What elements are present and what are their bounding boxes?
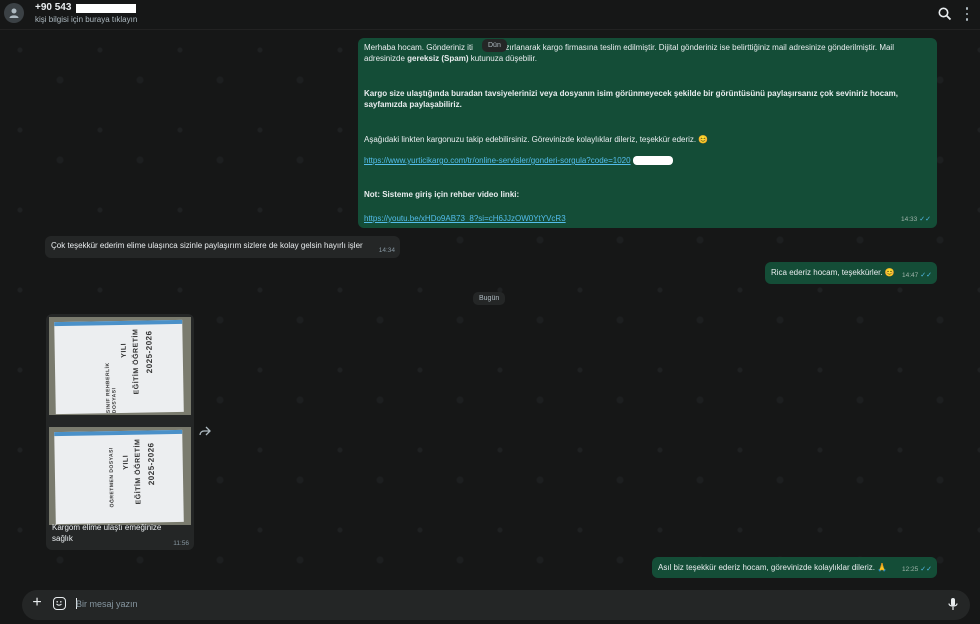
search-button[interactable] [937, 6, 953, 22]
chat-header[interactable]: +90 543 kişi bilgisi için buraya tıklayı… [0, 0, 980, 30]
message-text: Çok teşekkür ederim elime ulaşınca sizin… [51, 241, 363, 250]
message-time: 14:47 [901, 272, 919, 279]
photo-text: YILI [120, 342, 128, 358]
plus-icon[interactable]: + [30, 595, 44, 611]
photo-text: EĞİTİM ÖĞRETİM [134, 438, 143, 505]
menu-button[interactable] [962, 6, 972, 22]
forward-icon[interactable] [199, 426, 211, 436]
message-input[interactable] [76, 596, 926, 612]
message-outgoing[interactable]: Merhaba hocam. Gönderiniz iti azırlanarak… [358, 38, 937, 228]
contact-name[interactable]: +90 543 [35, 2, 71, 13]
photo-text: 2025-2026 [146, 442, 157, 486]
menu-icon [965, 7, 969, 10]
photo-text: 2025-2026 [144, 330, 155, 374]
message-text: kutunuza düşebilir. [468, 54, 537, 63]
message-photo[interactable]: 2025-2026 EĞİTİM ÖĞRETİM YILI SINIF REHB… [46, 314, 194, 550]
read-ticks-icon: ✓✓ [920, 272, 932, 279]
photo-image[interactable]: 2025-2026 EĞİTİM ÖĞRETİM YILI SINIF REHB… [49, 317, 191, 415]
message-outgoing[interactable]: Rica ederiz hocam, teşekkürler. 😊 14:47 ✓… [765, 262, 937, 284]
message-text: azırlanarak kargo firmasına teslim edilm… [500, 43, 894, 52]
photo-caption: Kargom elime ulaştı emeğinize sağlık [52, 523, 162, 543]
message-text: adresinizde [364, 54, 408, 63]
contact-info-hint[interactable]: kişi bilgisi için buraya tıklayın [35, 15, 137, 24]
message-text-bold: gereksiz (Spam) [407, 54, 469, 63]
message-time: 14:33 [900, 216, 918, 223]
date-chip: Bugün [473, 292, 506, 305]
message-text: Asıl biz teşekkür ederiz hocam, görevini… [658, 563, 888, 572]
composer: + [0, 586, 980, 624]
person-icon [9, 8, 19, 18]
photo-text: EĞİTİM ÖĞRETİM [132, 328, 141, 395]
tracking-link[interactable]: https://www.yurticikargo.com/tr/online-s… [364, 156, 631, 165]
message-time: 12:25 [901, 566, 919, 573]
video-link[interactable]: https://youtu.be/xHDo9AB73_8?si=cH6JJzOW… [364, 214, 566, 223]
redaction-box [76, 4, 136, 13]
message-text: Merhaba hocam. Gönderiniz iti [364, 43, 473, 52]
message-outgoing[interactable]: Asıl biz teşekkür ederiz hocam, görevini… [652, 557, 937, 578]
photo-text: YILI [122, 454, 130, 470]
date-chip: Dün [482, 39, 507, 52]
message-bold-paragraph: Kargo size ulaştığında buradan tavsiyele… [364, 89, 898, 109]
redaction-box [632, 156, 673, 166]
search-icon [938, 7, 952, 21]
mic-icon[interactable] [947, 597, 959, 611]
photo-text: ÖĞRETMEN DOSYASI [108, 447, 116, 508]
photo-image[interactable]: 2025-2026 EĞİTİM ÖĞRETİM YILI ÖĞRETMEN D… [49, 427, 191, 525]
message-text: Aşağıdaki linkten kargonuzu takip edebil… [364, 135, 709, 144]
message-note: Not: Sisteme giriş için rehber video lin… [364, 190, 520, 199]
message-time: 14:34 [378, 247, 395, 254]
message-text: Rica ederiz hocam, teşekkürler. 😊 [771, 268, 895, 277]
photo-text: SINIF REHBERLİK DOSYASI [104, 362, 118, 414]
message-incoming[interactable]: Çok teşekkür ederim elime ulaşınca sizin… [45, 236, 400, 258]
read-ticks-icon: ✓✓ [919, 216, 931, 223]
read-ticks-icon: ✓✓ [920, 566, 932, 573]
message-time: 11:56 [173, 540, 189, 547]
avatar[interactable] [4, 3, 24, 23]
emoji-icon[interactable] [53, 597, 66, 610]
